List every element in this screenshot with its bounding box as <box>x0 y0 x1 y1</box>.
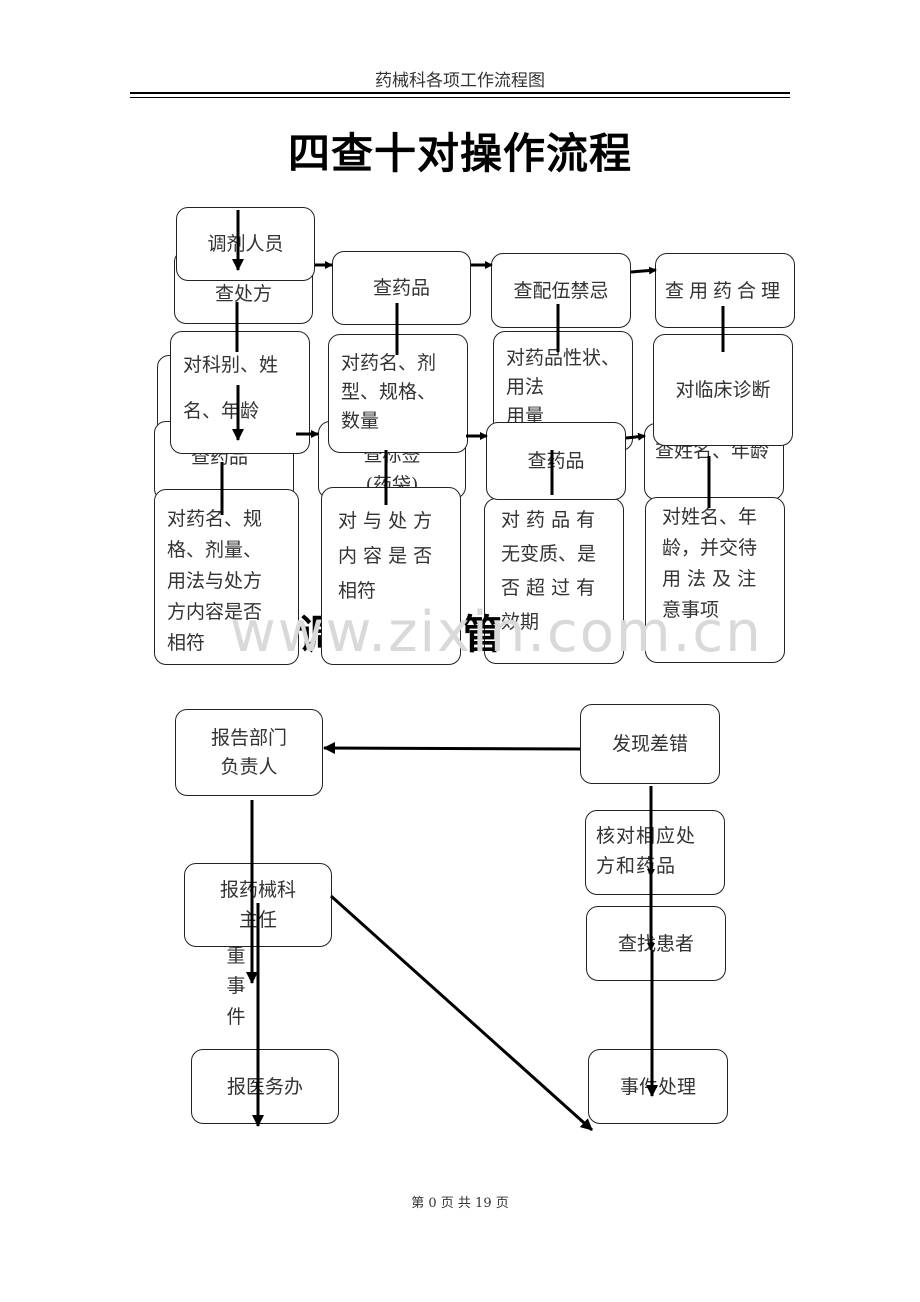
box-label: 主任 <box>238 909 277 931</box>
side-label-char: 事 <box>226 975 246 997</box>
document-header: 药械科各项工作流程图 <box>375 71 545 91</box>
box-label: 用法 <box>506 376 545 398</box>
box-verify-diagnosis: 对临床诊断 <box>653 334 793 446</box>
box-label: 报药械科 <box>219 879 296 901</box>
box-verify-dept-name-age: 对科别、姓 名、年龄 <box>170 331 310 454</box>
arrow-right <box>630 266 657 275</box>
box-check-incompatibility: 查配伍禁忌 <box>491 253 631 328</box>
box-find-patient: 查找患者 <box>586 906 726 981</box>
box-label: 对姓名、年 <box>662 506 758 528</box>
page-title: 四查十对操作流程 <box>287 129 632 178</box>
page-footer: 第 0 页 共 19 页 <box>411 1196 509 1211</box>
box-label: 用法与处方 <box>167 570 263 592</box>
box-report-medical-office: 报医务办 <box>191 1049 339 1124</box>
box-label: 对临床诊断 <box>675 379 771 401</box>
box-label: 方内容是否 <box>167 601 263 623</box>
box-label: 查处方 <box>214 283 272 305</box>
header-rule-thin <box>130 97 790 98</box>
box-verify-matches-rx: 对 与 处 方 内 容 是 否 相符 <box>321 487 461 665</box>
box-report-pharmacy-director: 报药械科 主任 <box>184 863 332 947</box>
box-label: 调剂人员 <box>207 233 284 255</box>
side-label-char: 重 <box>226 945 246 967</box>
side-label-char: 件 <box>226 1006 246 1028</box>
box-label: 对科别、姓 <box>183 354 279 376</box>
box-label: 发现差错 <box>611 733 688 755</box>
box-label: 查药品 <box>372 277 430 299</box>
box-report-dept-head: 报告部门 负责人 <box>175 709 323 796</box>
box-label: 对药名、规 <box>167 508 263 530</box>
box-label: 效期 <box>501 611 540 633</box>
box-dispensing-staff: 调剂人员 <box>176 207 315 281</box>
box-label: 内 容 是 否 <box>338 545 433 567</box>
box-label: 格、剂量、 <box>167 539 263 561</box>
box-handle-incident: 事件处理 <box>588 1049 728 1124</box>
box-label: 方和药品 <box>596 855 677 877</box>
box-label: 相符 <box>338 580 377 602</box>
box-label: 意事项 <box>662 599 720 621</box>
box-label: 用 法 及 注 <box>662 568 757 590</box>
arrow-found-to-report-dept <box>323 742 581 755</box>
box-label: 型、规格、 <box>341 381 437 403</box>
box-label: 核对相应处 <box>596 825 697 847</box>
box-label: 负责人 <box>220 755 278 778</box>
box-check-drug-3: 查药品 <box>486 422 626 500</box>
box-verify-rx-drug: 核对相应处 方和药品 <box>585 810 725 895</box>
box-label: 查药品 <box>527 450 585 472</box>
arrow-director-diagonal <box>329 894 594 1132</box>
box-label: 事件处理 <box>619 1075 696 1098</box>
box-verify-name-spec-dose-usage: 对药名、规 格、剂量、 用法与处方 方内容是否 相符 <box>154 489 299 665</box>
box-label: 对药品性状、 <box>506 347 621 369</box>
box-label: 无变质、是 <box>501 543 597 565</box>
box-label: 查用药合理 <box>664 279 785 302</box>
box-label: 数量 <box>341 410 380 432</box>
box-label: 报医务办 <box>226 1075 303 1098</box>
box-check-drug: 查药品 <box>332 251 471 325</box>
box-verify-name-age-instructions: 对姓名、年 龄，并交待 用 法 及 注 意事项 <box>645 497 785 663</box>
box-label: 名、年龄 <box>183 400 260 422</box>
box-label: 对 与 处 方 <box>338 510 433 532</box>
box-label: 对药名、剂 <box>341 352 437 374</box>
box-label: 对 药 品 有 <box>501 509 596 531</box>
header-rule-thick <box>130 92 790 94</box>
box-verify-name-form-spec-qty: 对药名、剂 型、规格、 数量 <box>328 334 468 453</box>
box-check-rational-use: 查用药合理 <box>655 253 795 328</box>
box-label: 否 超 过 有 <box>501 577 596 599</box>
box-verify-quality-expiry: 对 药 品 有 无变质、是 否 超 过 有 效期 <box>484 498 624 664</box>
box-label: 查找患者 <box>617 932 694 955</box>
box-label: 相符 <box>167 632 206 654</box>
box-label: 龄，并交待 <box>662 537 758 559</box>
section2-heading-right: 管 <box>462 612 502 658</box>
box-found-error: 发现差错 <box>580 704 720 784</box>
box-label: 报告部门 <box>210 726 287 749</box>
box-label: 查配伍禁忌 <box>513 279 609 302</box>
